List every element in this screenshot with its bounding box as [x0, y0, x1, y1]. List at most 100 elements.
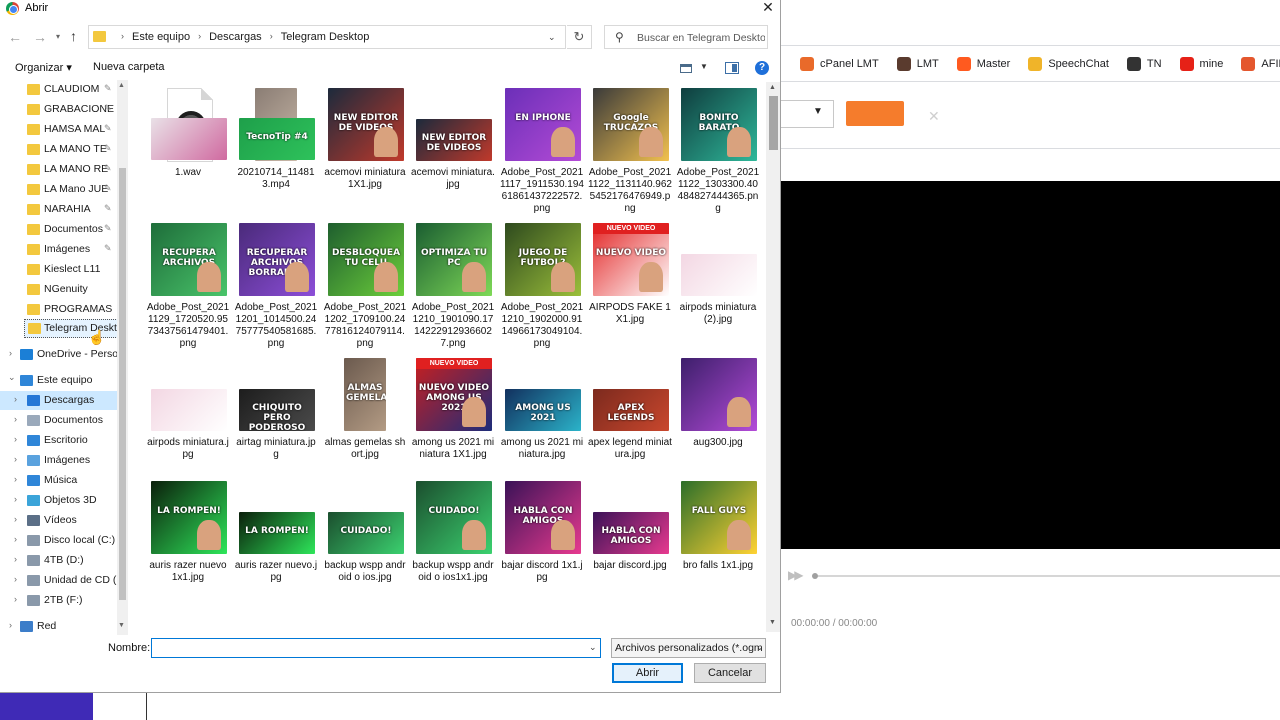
file-grid-scroll-thumb[interactable]	[769, 96, 778, 150]
page-select[interactable]	[780, 100, 834, 128]
chevron-right-icon[interactable]: ›	[270, 31, 273, 43]
file-grid-scrollbar[interactable]	[766, 82, 780, 632]
nav-item[interactable]: › 4TB (D:)	[0, 551, 118, 570]
nav-item[interactable]: › 2TB (F:)	[0, 591, 118, 610]
chevron-down-icon[interactable]: ⌄	[756, 642, 764, 653]
chevron-down-icon[interactable]: ▼	[700, 62, 708, 71]
bookmark-item[interactable]: Master	[956, 56, 1010, 71]
nav-item[interactable]: › Descargas	[0, 391, 118, 410]
chevron-right-icon[interactable]: ›	[14, 534, 17, 544]
nav-item[interactable]: Telegram Desktop	[24, 319, 128, 338]
orange-action-button[interactable]	[846, 101, 904, 126]
bookmark-item[interactable]: TN	[1126, 56, 1162, 71]
nav-item[interactable]: CLAUDIOM ✎	[0, 80, 118, 99]
back-arrow-icon[interactable]: ←	[8, 29, 22, 45]
refresh-button[interactable]: ↻	[567, 25, 592, 49]
help-icon[interactable]: ?	[755, 61, 769, 75]
nav-item[interactable]: NARAHIA ✎	[0, 200, 118, 219]
cancel-button[interactable]: Cancelar	[694, 663, 766, 683]
chevron-right-icon[interactable]: ›	[14, 594, 17, 604]
nav-item[interactable]: LA Mano JUE ✎	[0, 180, 118, 199]
nav-item[interactable]: › Imágenes	[0, 451, 118, 470]
nav-item[interactable]: Kieslect L11	[0, 260, 118, 279]
close-icon[interactable]: ✕	[928, 108, 940, 125]
forward-arrow-icon[interactable]: →	[33, 29, 47, 45]
chevron-right-icon[interactable]: ›	[14, 514, 17, 524]
nav-item[interactable]: GRABACIONE ✎	[0, 100, 118, 119]
search-box[interactable]: ⚲	[604, 25, 768, 49]
filetype-select[interactable]: Archivos personalizados (*.ogm	[611, 638, 766, 658]
breadcrumb-item[interactable]: Descargas	[209, 31, 262, 43]
filename-input[interactable]	[155, 641, 575, 655]
scroll-up-icon[interactable]: ▲	[118, 82, 125, 89]
view-options-icon[interactable]	[680, 64, 692, 73]
bookmark-item[interactable]: cPanel LMT	[800, 56, 879, 71]
bookmark-item[interactable]: LMT	[896, 56, 939, 71]
nav-item[interactable]: Documentos ✎	[0, 220, 118, 239]
address-bar[interactable]: › Este equipo › Descargas › Telegram Desktop …	[88, 25, 566, 49]
chevron-right-icon[interactable]: ›	[9, 348, 12, 358]
scroll-up-icon[interactable]: ▲	[769, 84, 776, 91]
bookmark-item[interactable]: mine	[1179, 56, 1223, 71]
chevron-right-icon[interactable]: ›	[14, 414, 17, 424]
chevron-right-icon[interactable]: ›	[14, 394, 17, 404]
nav-item[interactable]: LA MANO RE ✎	[0, 160, 118, 179]
chevron-right-icon[interactable]: ›	[121, 31, 124, 43]
chevron-right-icon[interactable]: ›	[14, 474, 17, 484]
nav-item[interactable]: › Unidad de CD (E	[0, 571, 118, 590]
chevron-right-icon[interactable]: ›	[14, 554, 17, 564]
bookmark-label: TN	[1146, 57, 1162, 70]
chevron-right-icon[interactable]: ›	[14, 434, 17, 444]
file-name: airpods miniatura.jpg	[147, 437, 229, 460]
chevron-right-icon[interactable]: ›	[14, 494, 17, 504]
nav-item[interactable]: HAMSA MAL ✎	[0, 120, 118, 139]
nav-item[interactable]: › Objetos 3D	[0, 491, 118, 510]
navigation-scroll-thumb[interactable]	[119, 168, 126, 600]
chevron-down-icon[interactable]: ⌄	[8, 372, 16, 383]
nav-item[interactable]: Imágenes ✎	[0, 240, 118, 259]
file-thumbnail	[681, 358, 757, 431]
chevron-down-icon[interactable]: ⌄	[589, 642, 597, 653]
seek-track[interactable]	[818, 575, 1280, 577]
file-thumbnail: HABLA CON AMIGOS	[593, 512, 669, 554]
nav-item[interactable]: › Disco local (C:)	[0, 531, 118, 550]
nav-item[interactable]: NGenuity	[0, 280, 118, 299]
nav-item[interactable]: › Red	[0, 617, 118, 635]
video-player[interactable]	[780, 181, 1280, 549]
chevron-right-icon[interactable]: ›	[14, 574, 17, 584]
breadcrumb-item[interactable]: Telegram Desktop	[281, 31, 370, 43]
nav-item[interactable]: PROGRAMAS	[0, 300, 118, 319]
nav-item[interactable]: › Documentos	[0, 411, 118, 430]
dialog-titlebar[interactable]: Abrir ✕	[0, 0, 781, 18]
scroll-down-icon[interactable]: ▼	[769, 619, 776, 626]
close-button[interactable]: ✕	[756, 0, 780, 16]
nav-item[interactable]: › OneDrive - Persor	[0, 345, 118, 364]
search-input[interactable]	[637, 30, 765, 45]
bookmark-item[interactable]: AFIL BANG	[1241, 56, 1280, 71]
pin-icon: ✎	[104, 183, 112, 193]
chevron-down-icon[interactable]: ⌄	[548, 32, 556, 43]
taskbar-start-area[interactable]	[0, 693, 93, 720]
chevron-right-icon[interactable]: ›	[14, 454, 17, 464]
scroll-down-icon[interactable]: ▼	[118, 622, 125, 629]
bookmark-item[interactable]: SpeechChat	[1028, 56, 1109, 71]
breadcrumb-item[interactable]: Este equipo	[132, 31, 190, 43]
pin-icon: ✎	[104, 163, 112, 173]
chevron-right-icon[interactable]: ›	[198, 31, 201, 43]
open-button[interactable]: Abrir	[612, 663, 683, 683]
organize-button[interactable]: Organizar ▾	[15, 61, 72, 74]
nav-item[interactable]: › Vídeos	[0, 511, 118, 530]
filename-combobox[interactable]: ⌄	[151, 638, 601, 658]
pin-icon: ✎	[104, 203, 112, 213]
nav-item[interactable]: › Escritorio	[0, 431, 118, 450]
preview-pane-icon[interactable]	[725, 62, 739, 74]
nav-item[interactable]: › Música	[0, 471, 118, 490]
play-icon[interactable]: ▶▶	[788, 568, 804, 582]
chevron-right-icon[interactable]: ›	[9, 620, 12, 630]
nav-item[interactable]: ⌄ Este equipo	[0, 371, 118, 390]
new-folder-button[interactable]: Nueva carpeta	[93, 61, 165, 73]
thumbnail-caption: CUIDADO!	[340, 526, 392, 537]
up-arrow-icon[interactable]: ↑	[70, 28, 77, 44]
recent-locations-chevron-icon[interactable]: ▾	[56, 32, 60, 41]
nav-item[interactable]: LA MANO TE ✎	[0, 140, 118, 159]
